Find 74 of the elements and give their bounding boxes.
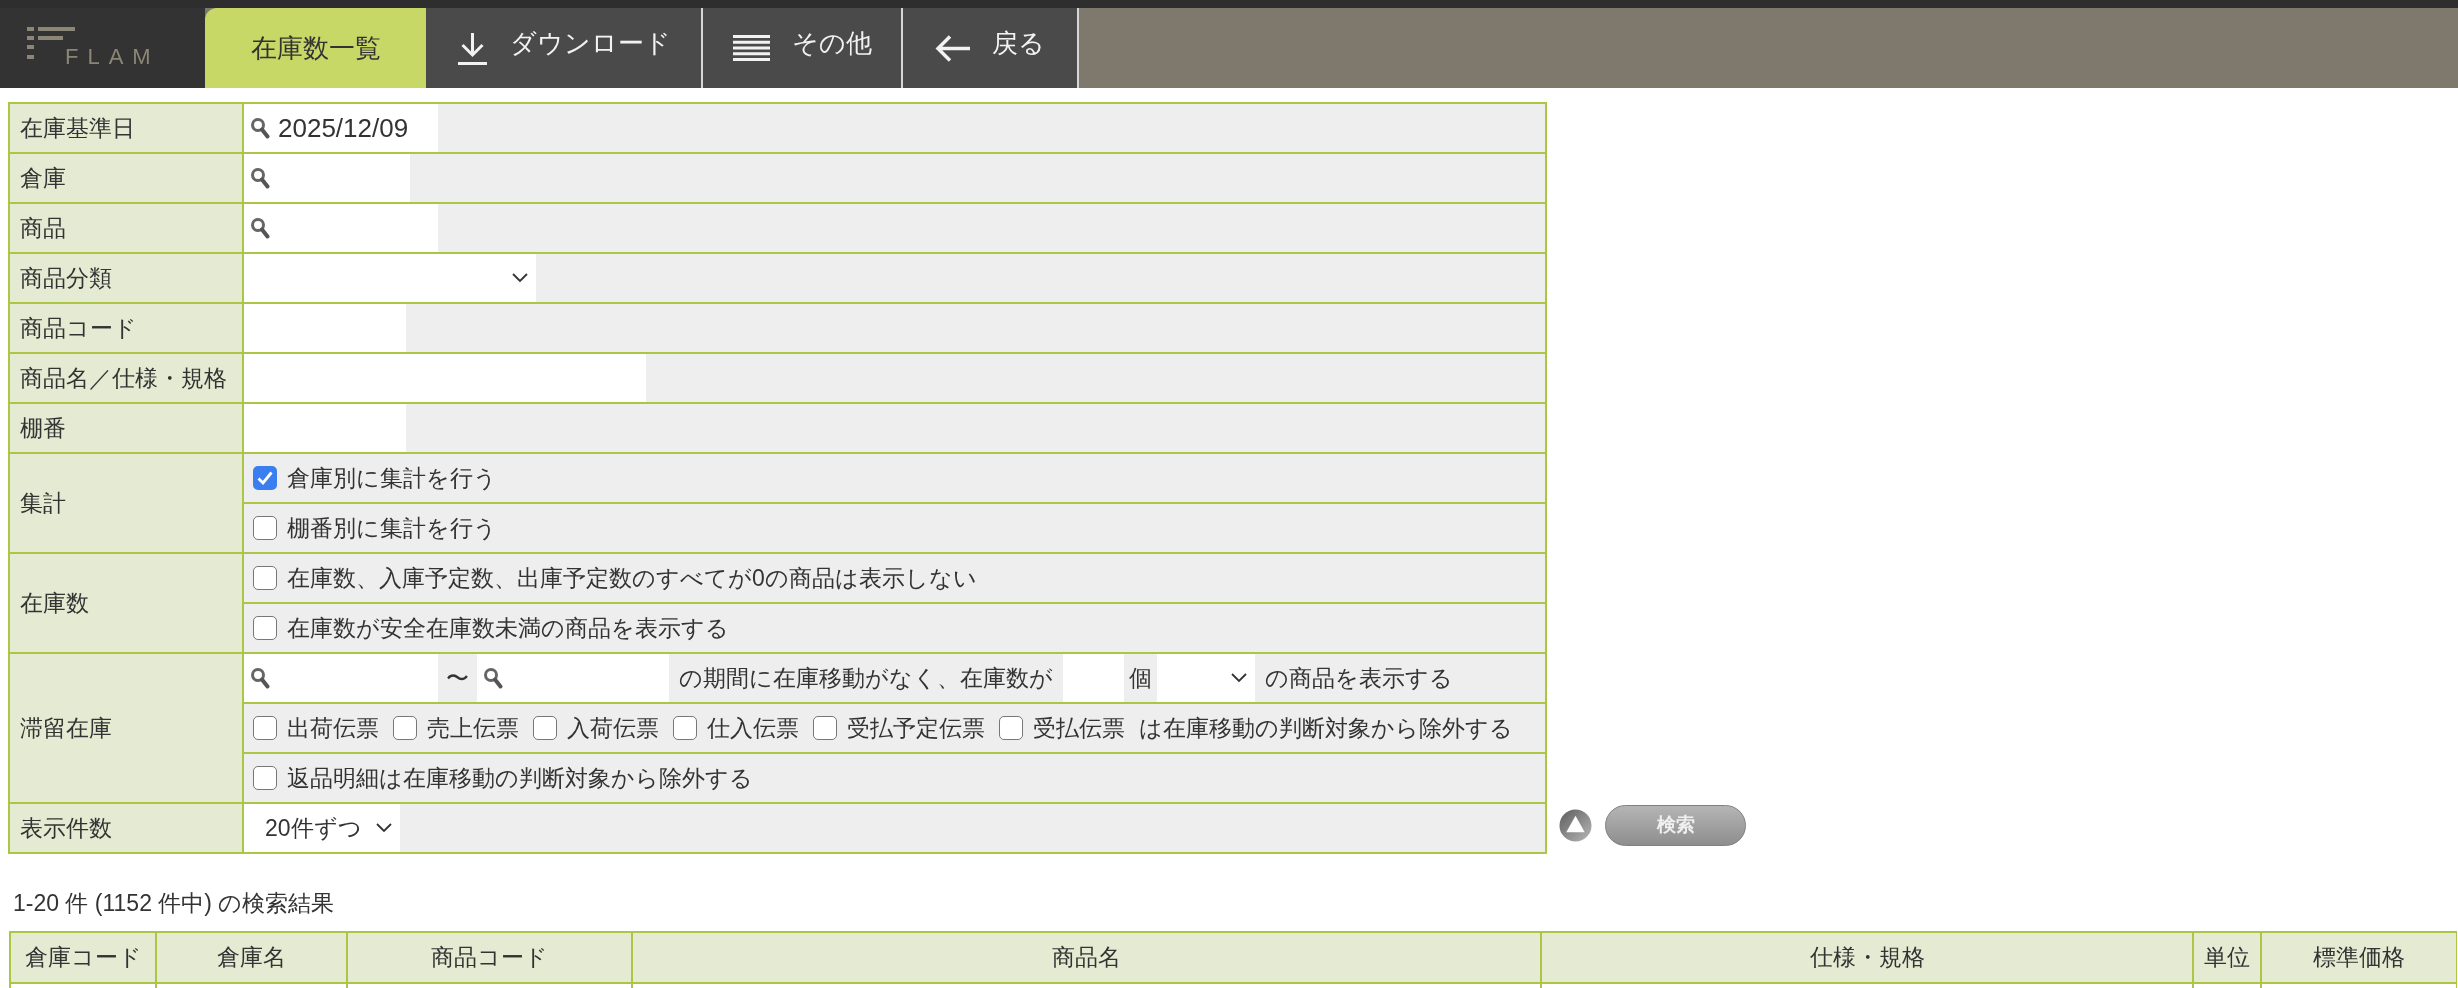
chevron-down-icon: [512, 273, 528, 283]
checkbox-label: 返品明細は在庫移動の判断対象から除外する: [287, 763, 753, 793]
tab[interactable]: 在庫数一覧: [205, 8, 426, 88]
search-icon: [250, 667, 270, 689]
column-header: 標準価格: [2261, 932, 2457, 983]
form-label: 在庫数: [9, 553, 243, 653]
menu-icon: [732, 35, 770, 61]
checkbox-label: 出荷伝票: [287, 713, 379, 743]
chevron-down-icon: [1231, 673, 1247, 683]
checkbox-label: 在庫数が安全在庫数未満の商品を表示する: [287, 613, 729, 643]
text-field[interactable]: [244, 304, 406, 352]
checkbox[interactable]: [999, 716, 1023, 740]
result-summary: 1-20 件 (1152 件中) の検索結果: [13, 889, 335, 918]
form-label: 棚番: [9, 403, 243, 453]
download-icon: [456, 31, 488, 65]
checkbox-label: 受払予定伝票: [847, 713, 985, 743]
lookup-field[interactable]: [244, 204, 438, 252]
column-header: 倉庫名: [156, 932, 347, 983]
form-text: 個: [1128, 663, 1153, 693]
column-header: 商品コード: [347, 932, 632, 983]
form-text: の商品を表示する: [1264, 663, 1454, 693]
form-label: 滞留在庫: [9, 653, 243, 803]
search-icon: [250, 217, 270, 239]
checkbox-label: 倉庫別に集計を行う: [287, 463, 497, 493]
checkmark-icon: [257, 471, 273, 485]
form-label: 表示件数: [9, 803, 243, 853]
lookup-field[interactable]: 2025/12/09: [244, 104, 438, 152]
search-icon: [250, 167, 270, 189]
checkbox[interactable]: [533, 716, 557, 740]
form-label: 倉庫: [9, 153, 243, 203]
checkbox-label: 受払伝票: [1033, 713, 1125, 743]
form-text: の期間に在庫移動がなく、在庫数が: [678, 663, 1054, 693]
checkbox[interactable]: [253, 766, 277, 790]
column-header: 単位: [2193, 932, 2261, 983]
form-label: 商品名／仕様・規格: [9, 353, 243, 403]
checkbox[interactable]: [253, 716, 277, 740]
lookup-field[interactable]: [244, 654, 438, 702]
search-icon: [250, 117, 270, 139]
form-label: 集計: [9, 453, 243, 553]
lookup-field[interactable]: [477, 654, 669, 702]
checkbox[interactable]: [253, 466, 277, 490]
tab[interactable]: 戻る: [903, 8, 1079, 88]
text-field[interactable]: [244, 354, 646, 402]
form-label: 商品コード: [9, 303, 243, 353]
logo-text: FLAM: [65, 46, 160, 68]
form-text: は在庫移動の判断対象から除外する: [1139, 713, 1513, 743]
checkbox[interactable]: [253, 516, 277, 540]
column-header: 仕様・規格: [1541, 932, 2193, 983]
form-text: 〜: [445, 663, 470, 693]
column-header: 倉庫コード: [10, 932, 156, 983]
checkbox-label: 売上伝票: [427, 713, 519, 743]
arrow-left-icon: [935, 34, 970, 62]
checkbox-label: 在庫数、入庫予定数、出庫予定数のすべてが0の商品は表示しない: [287, 563, 977, 593]
checkbox[interactable]: [253, 616, 277, 640]
chevron-down-icon: [376, 823, 392, 833]
text-field[interactable]: [1063, 654, 1124, 702]
checkbox[interactable]: [393, 716, 417, 740]
checkbox[interactable]: [673, 716, 697, 740]
search-icon: [483, 667, 503, 689]
triangle-up-icon[interactable]: [1559, 809, 1592, 842]
form-label: 在庫基準日: [9, 103, 243, 153]
text-field[interactable]: [244, 404, 406, 452]
column-header: 商品名: [632, 932, 1541, 983]
checkbox[interactable]: [813, 716, 837, 740]
tab[interactable]: その他: [703, 8, 903, 88]
lookup-field[interactable]: [244, 154, 410, 202]
tab[interactable]: ダウンロード: [426, 8, 703, 88]
checkbox-label: 仕入伝票: [707, 713, 799, 743]
dropdown[interactable]: 20件ずつ: [244, 804, 400, 852]
checkbox-label: 棚番別に集計を行う: [287, 513, 497, 543]
form-label: 商品: [9, 203, 243, 253]
form-label: 商品分類: [9, 253, 243, 303]
checkbox[interactable]: [253, 566, 277, 590]
checkbox-label: 入荷伝票: [567, 713, 659, 743]
